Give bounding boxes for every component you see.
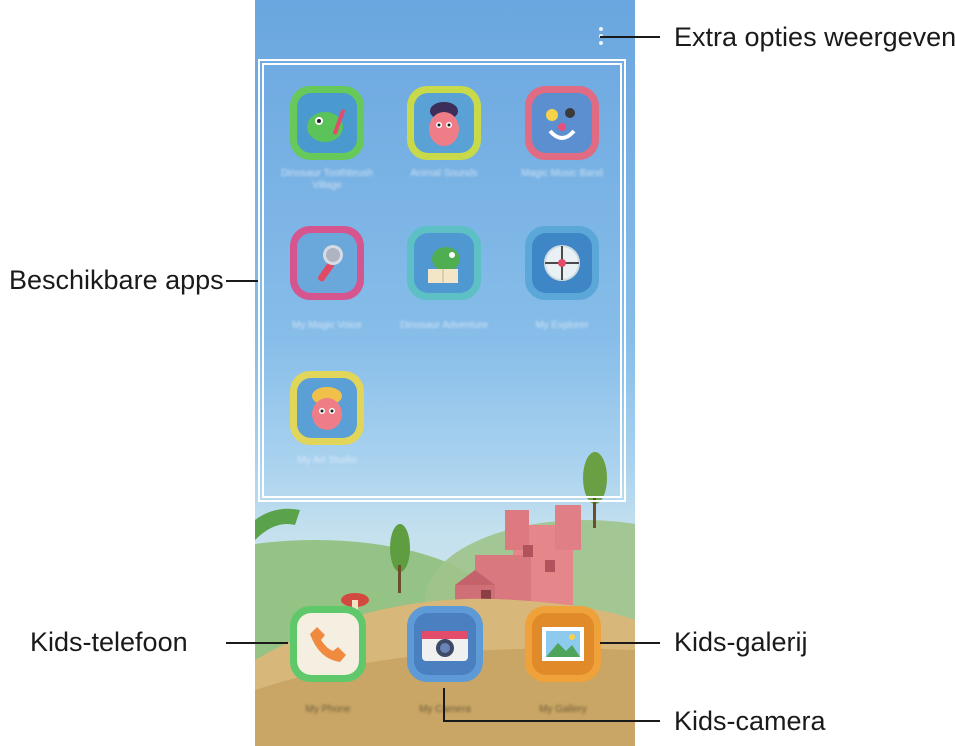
- app-label: My Magic Voice: [291, 320, 363, 331]
- callout-available-apps: Beschikbare apps: [9, 265, 224, 295]
- app-label: Dinosaur Toothbrush Village: [280, 168, 374, 191]
- leader-line-kids-camera-horizontal: [443, 720, 660, 722]
- app-dinosaur-adventure[interactable]: [407, 226, 481, 300]
- leader-line-available-apps: [226, 280, 258, 282]
- dock-label: My Phone: [305, 704, 351, 715]
- app-label: Magic Music Band: [521, 168, 603, 179]
- camera-icon: [422, 631, 468, 661]
- leader-line-kids-gallery: [600, 642, 660, 644]
- dock-kids-gallery[interactable]: [525, 606, 601, 682]
- leader-line-kids-phone: [226, 642, 288, 644]
- dinosaur-toothbrush-icon: [307, 109, 346, 142]
- dock-label: My Camera: [419, 704, 471, 715]
- microphone-icon: [318, 245, 343, 282]
- app-magic-music-band[interactable]: [525, 86, 599, 160]
- character-blonde-icon: [312, 387, 342, 430]
- leader-line-more-options: [600, 36, 660, 38]
- app-label: Animal Sounds: [410, 168, 478, 179]
- app-dinosaur-toothbrush[interactable]: [290, 86, 364, 160]
- character-pink-icon: [429, 102, 459, 146]
- compass-icon: [544, 245, 580, 281]
- app-animal-sounds[interactable]: [407, 86, 481, 160]
- callout-more-options: Extra opties weergeven.: [674, 22, 955, 52]
- phone-screen: Dinosaur Toothbrush Village Animal Sound…: [255, 0, 635, 746]
- leader-line-kids-camera-vertical: [443, 688, 445, 721]
- music-band-icon: [546, 108, 576, 140]
- dock-label: My Gallery: [539, 704, 587, 715]
- callout-kids-gallery: Kids-galerij: [674, 627, 808, 657]
- callout-kids-camera: Kids-camera: [674, 706, 826, 736]
- app-label: My Art Studio: [297, 455, 357, 466]
- app-label: Dinosaur Adventure: [400, 320, 488, 331]
- dinosaur-book-icon: [428, 247, 460, 283]
- app-label: My Explorer: [535, 320, 589, 331]
- phone-handset-icon: [297, 613, 359, 675]
- gallery-picture-icon: [542, 627, 584, 661]
- callout-kids-phone: Kids-telefoon: [30, 627, 188, 657]
- dock-kids-camera[interactable]: [407, 606, 483, 682]
- app-my-art-studio[interactable]: [290, 371, 364, 445]
- dock-kids-phone[interactable]: [290, 606, 366, 682]
- app-my-magic-voice[interactable]: [290, 226, 364, 300]
- app-my-explorer[interactable]: [525, 226, 599, 300]
